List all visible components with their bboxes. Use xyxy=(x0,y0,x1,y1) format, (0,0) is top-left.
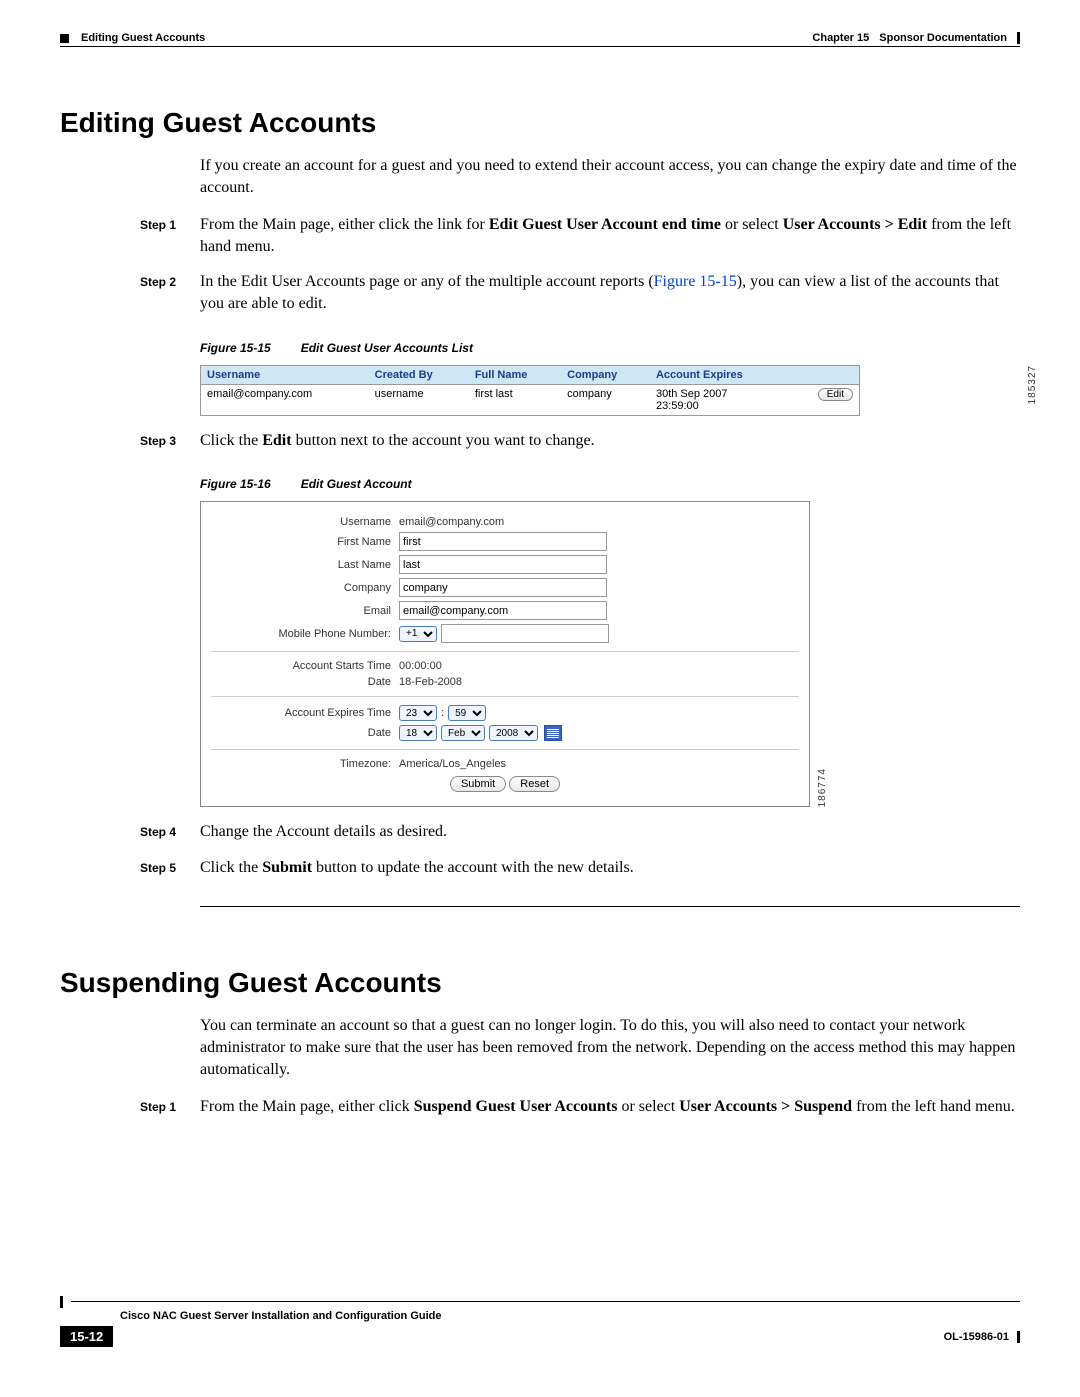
header-rule xyxy=(60,46,1020,47)
running-head-chapter-title: Sponsor Documentation xyxy=(879,32,1007,44)
figure-sidecode: 186774 xyxy=(817,768,828,807)
step-5: Step 5 Click the Submit button to update… xyxy=(140,857,1020,879)
submit-button[interactable]: Submit xyxy=(450,776,506,792)
edit-account-form: Username email@company.com First Name La… xyxy=(200,501,810,807)
col-created-by: Created By xyxy=(369,365,469,384)
cell-full-name: first last xyxy=(469,384,561,415)
figure-15-15-caption: Figure 15-15Edit Guest User Accounts Lis… xyxy=(200,341,1020,355)
expires-hour-select[interactable]: 23 xyxy=(399,705,437,721)
value-starts-time: 00:00:00 xyxy=(399,660,442,672)
document-id: OL-15986-01 xyxy=(944,1331,1009,1343)
header-bullet-icon xyxy=(60,34,69,43)
label-company: Company xyxy=(211,582,399,594)
label-username: Username xyxy=(211,516,399,528)
calendar-icon[interactable] xyxy=(544,725,562,741)
step-body: Click the Submit button to update the ac… xyxy=(200,857,1020,879)
form-divider xyxy=(211,749,799,750)
footer-bar-icon xyxy=(1017,1331,1020,1343)
step-4: Step 4 Change the Account details as des… xyxy=(140,821,1020,843)
section-divider xyxy=(200,906,1020,907)
reset-button[interactable]: Reset xyxy=(509,776,560,792)
expires-day-select[interactable]: 18 xyxy=(399,725,437,741)
expires-year-select[interactable]: 2008 xyxy=(489,725,538,741)
step-3: Step 3 Click the Edit button next to the… xyxy=(140,430,1020,452)
label-last-name: Last Name xyxy=(211,559,399,571)
mobile-cc-select[interactable]: +1 xyxy=(399,626,437,642)
label-expires-time: Account Expires Time xyxy=(211,707,399,719)
edit-button[interactable]: Edit xyxy=(818,388,853,401)
email-input[interactable] xyxy=(399,601,607,620)
running-head-section: Editing Guest Accounts xyxy=(81,32,205,44)
step-label: Step 3 xyxy=(140,430,200,452)
cell-expires: 30th Sep 2007 23:59:00 xyxy=(650,384,791,415)
label-expires-date: Date xyxy=(211,727,399,739)
col-account-expires: Account Expires xyxy=(650,365,791,384)
cell-created-by: username xyxy=(369,384,469,415)
col-full-name: Full Name xyxy=(469,365,561,384)
first-name-input[interactable] xyxy=(399,532,607,551)
footer-bar-icon xyxy=(60,1296,63,1308)
step-body: From the Main page, either click the lin… xyxy=(200,214,1020,257)
time-colon: : xyxy=(441,707,444,719)
running-head-chapter-label: Chapter 15 xyxy=(812,32,869,44)
figure-link-15-15[interactable]: Figure 15-15 xyxy=(654,273,737,290)
last-name-input[interactable] xyxy=(399,555,607,574)
step-label: Step 1 xyxy=(140,214,200,257)
table-row: email@company.com username first last co… xyxy=(201,384,860,415)
label-starts-time: Account Starts Time xyxy=(211,660,399,672)
accounts-table: Username Created By Full Name Company Ac… xyxy=(200,365,860,416)
step-body: Click the Edit button next to the accoun… xyxy=(200,430,1020,452)
label-first-name: First Name xyxy=(211,536,399,548)
header-bar-icon xyxy=(1017,32,1020,44)
section2-step-1: Step 1 From the Main page, either click … xyxy=(140,1096,1020,1118)
cell-username: email@company.com xyxy=(201,384,369,415)
section-title-suspending: Suspending Guest Accounts xyxy=(60,967,1020,999)
step-label: Step 4 xyxy=(140,821,200,843)
figure-15-15: Username Created By Full Name Company Ac… xyxy=(200,365,1020,416)
label-starts-date: Date xyxy=(211,676,399,688)
step-label: Step 5 xyxy=(140,857,200,879)
step-label: Step 2 xyxy=(140,271,200,314)
mobile-number-input[interactable] xyxy=(441,624,609,643)
step-1: Step 1 From the Main page, either click … xyxy=(140,214,1020,257)
footer-guide-title: Cisco NAC Guest Server Installation and … xyxy=(120,1310,1020,1322)
figure-15-16-caption: Figure 15-16Edit Guest Account xyxy=(200,477,1020,491)
step-2: Step 2 In the Edit User Accounts page or… xyxy=(140,271,1020,314)
step-body: From the Main page, either click Suspend… xyxy=(200,1096,1020,1118)
section2-intro: You can terminate an account so that a g… xyxy=(200,1015,1020,1080)
label-mobile: Mobile Phone Number: xyxy=(211,628,399,640)
cell-company: company xyxy=(561,384,650,415)
value-starts-date: 18-Feb-2008 xyxy=(399,676,462,688)
label-email: Email xyxy=(211,605,399,617)
section-title-editing: Editing Guest Accounts xyxy=(60,107,1020,139)
form-divider xyxy=(211,696,799,697)
page-number: 15-12 xyxy=(60,1326,113,1347)
section1-intro: If you create an account for a guest and… xyxy=(200,155,1020,198)
figure-15-16: Username email@company.com First Name La… xyxy=(200,501,810,807)
running-header: Editing Guest Accounts Chapter 15 Sponso… xyxy=(60,32,1020,44)
company-input[interactable] xyxy=(399,578,607,597)
expires-month-select[interactable]: Feb xyxy=(441,725,485,741)
step-label: Step 1 xyxy=(140,1096,200,1118)
form-divider xyxy=(211,651,799,652)
col-company: Company xyxy=(561,365,650,384)
expires-min-select[interactable]: 59 xyxy=(448,705,486,721)
page-footer: Cisco NAC Guest Server Installation and … xyxy=(60,1293,1020,1347)
value-username: email@company.com xyxy=(399,516,504,528)
step-body: Change the Account details as desired. xyxy=(200,821,1020,843)
label-timezone: Timezone: xyxy=(211,758,399,770)
footer-rule xyxy=(71,1301,1020,1302)
figure-sidecode: 185327 xyxy=(1027,365,1038,404)
col-username: Username xyxy=(201,365,369,384)
step-body: In the Edit User Accounts page or any of… xyxy=(200,271,1020,314)
value-timezone: America/Los_Angeles xyxy=(399,758,506,770)
